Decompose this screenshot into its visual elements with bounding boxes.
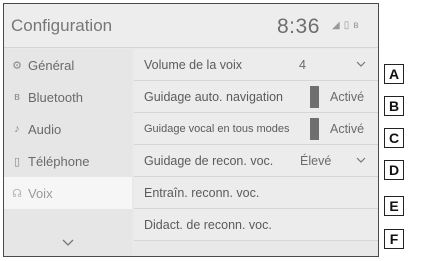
sidebar-item-label: Voix [28, 185, 53, 201]
callout-b: B [384, 96, 404, 116]
toggle-indicator [310, 86, 319, 108]
sidebar-item-label: Bluetooth [28, 89, 83, 105]
voice-recognition-tutorial-row[interactable]: Didact. de reconn. voc. [134, 209, 378, 241]
sidebar-item-bluetooth[interactable]: ʙ Bluetooth [4, 81, 132, 113]
row-label: Didact. de reconn. voc. [144, 217, 272, 232]
sidebar-item-voice[interactable]: ☊ Voix [4, 177, 132, 209]
signal-icon: ◢ [332, 20, 340, 31]
gear-icon: ⚙ [12, 59, 22, 72]
header-bar: Configuration 8:36 ◢ ▯ ʙ [4, 4, 378, 48]
row-value: Élevé [300, 153, 332, 168]
music-note-icon: ♪ [14, 123, 20, 135]
clock: 8:36 [277, 15, 320, 38]
toggle-indicator [310, 118, 319, 140]
sidebar-item-label: Général [28, 57, 75, 73]
sidebar-item-telephone[interactable]: ▯ Téléphone [4, 145, 132, 177]
row-label: Guidage vocal en tous modes [144, 122, 290, 135]
voice-recognition-training-row[interactable]: Entraîn. reconn. voc. [134, 177, 378, 209]
chevron-down-icon [62, 239, 74, 246]
voice-guidance-all-modes-row[interactable]: Guidage vocal en tous modes Activé [134, 113, 378, 145]
row-label: Guidage auto. navigation [144, 89, 283, 104]
sidebar-item-general[interactable]: ⚙ Général [4, 49, 132, 81]
auto-navigation-guidance-row[interactable]: Guidage auto. navigation Activé [134, 81, 378, 113]
settings-screen: Configuration 8:36 ◢ ▯ ʙ ⚙ Général ʙ Blu… [3, 3, 379, 257]
row-value: Activé [330, 121, 365, 136]
row-value: 4 [299, 57, 306, 72]
row-value: Activé [330, 89, 365, 104]
callout-e: E [384, 196, 404, 216]
more-button[interactable] [4, 227, 132, 256]
row-label: Volume de la voix [144, 57, 242, 72]
sidebar-item-label: Téléphone [28, 153, 90, 169]
callout-c: C [384, 128, 404, 148]
phone-icon: ▯ [343, 20, 350, 31]
sidebar: ⚙ Général ʙ Bluetooth ♪ Audio ▯ Téléphon… [4, 49, 132, 256]
row-label: Guidage de recon. voc. [144, 153, 274, 168]
bluetooth-icon: ʙ [14, 91, 20, 103]
callout-d: D [384, 160, 404, 180]
chevron-down-icon [356, 61, 366, 67]
page-title: Configuration [11, 16, 113, 35]
voice-icon: ☊ [12, 187, 22, 200]
phone-icon: ▯ [13, 155, 21, 168]
sidebar-item-label: Audio [28, 121, 62, 137]
chevron-down-icon [356, 157, 366, 163]
status-icons: ◢ ▯ ʙ [332, 21, 359, 31]
voice-recognition-guidance-row[interactable]: Guidage de recon. voc. Élevé [134, 145, 378, 177]
sidebar-item-audio[interactable]: ♪ Audio [4, 113, 132, 145]
row-label: Entraîn. reconn. voc. [144, 185, 260, 200]
callout-f: F [384, 229, 404, 249]
voice-volume-row[interactable]: Volume de la voix 4 [134, 49, 378, 81]
callout-a: A [384, 64, 404, 84]
bluetooth-icon: ʙ [353, 20, 359, 31]
settings-list: Volume de la voix 4 Guidage auto. naviga… [134, 49, 378, 256]
